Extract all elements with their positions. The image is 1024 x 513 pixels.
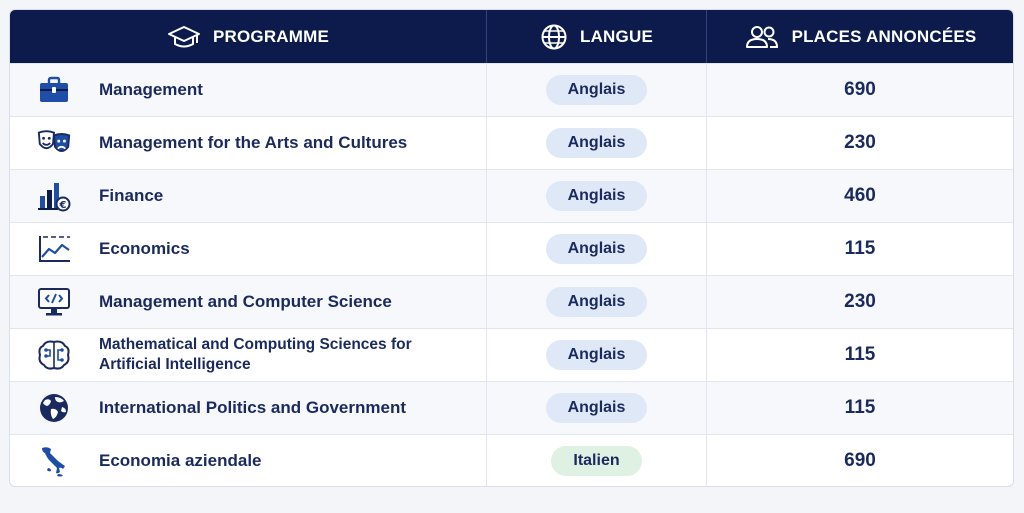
programme-cell: Management <box>10 64 487 116</box>
language-badge: Anglais <box>545 287 648 317</box>
programme-name-line-2: Artificial Intelligence <box>99 356 251 373</box>
programme-name: Management and Computer Science <box>99 292 392 311</box>
table-body: Management Anglais 690 Management for th… <box>10 63 1013 486</box>
places-cell: 690 <box>844 450 876 471</box>
programme-name: Economia aziendale <box>99 451 262 470</box>
globe-icon <box>36 390 72 426</box>
briefcase-icon <box>36 72 72 108</box>
programme-name: Management for the Arts and Cultures <box>99 133 408 152</box>
langue-cell: Anglais <box>487 223 707 275</box>
theater-masks-icon <box>36 125 72 161</box>
language-badge: Anglais <box>545 75 648 105</box>
table-header: PROGRAMME LANGUE PLACES ANNONCÉES <box>10 10 1013 63</box>
table-row: Economics Anglais 115 <box>10 222 1013 275</box>
programme-name: Mathematical and Computing Sciences for … <box>99 335 412 375</box>
table-row: Management Anglais 690 <box>10 63 1013 116</box>
table-row: € Finance Anglais 460 <box>10 169 1013 222</box>
programme-cell: Management for the Arts and Cultures <box>10 117 487 169</box>
programme-name: International Politics and Government <box>99 398 406 417</box>
language-badge: Italien <box>551 446 642 476</box>
programme-cell: International Politics and Government <box>10 382 487 434</box>
globe-outline-icon <box>541 24 567 49</box>
programme-name: Economics <box>99 239 190 258</box>
programmes-table: PROGRAMME LANGUE PLACES ANNONCÉES Manage… <box>9 9 1014 487</box>
places-cell: 115 <box>844 238 876 259</box>
langue-cell: Italien <box>487 435 707 486</box>
language-badge: Anglais <box>545 234 648 264</box>
language-badge: Anglais <box>545 393 648 423</box>
places-cell: 460 <box>844 185 876 206</box>
programme-cell: Economics <box>10 223 487 275</box>
header-langue-label: LANGUE <box>580 26 653 46</box>
header-langue: LANGUE <box>487 10 707 63</box>
langue-cell: Anglais <box>487 170 707 222</box>
header-programme-label: PROGRAMME <box>212 26 330 46</box>
langue-cell: Anglais <box>487 329 707 381</box>
language-badge: Anglais <box>545 128 648 158</box>
users-icon <box>745 25 778 48</box>
table-row: Management for the Arts and Cultures Ang… <box>10 116 1013 169</box>
places-cell: 230 <box>844 291 876 312</box>
programme-cell: € Finance <box>10 170 487 222</box>
programme-name-line-1: Mathematical and Computing Sciences for <box>99 336 412 353</box>
header-places: PLACES ANNONCÉES <box>707 10 1013 63</box>
brain-circuit-icon <box>36 337 72 373</box>
table-row: Management and Computer Science Anglais … <box>10 275 1013 328</box>
langue-cell: Anglais <box>487 382 707 434</box>
code-monitor-icon <box>36 284 72 320</box>
language-badge: Anglais <box>545 181 648 211</box>
programme-name: Management <box>99 80 203 99</box>
table-row: International Politics and Government An… <box>10 381 1013 434</box>
places-cell: 115 <box>844 344 876 365</box>
finance-chart-euro-icon: € <box>36 178 72 214</box>
programme-cell: Mathematical and Computing Sciences for … <box>10 329 487 381</box>
places-cell: 230 <box>844 132 876 153</box>
svg-text:€: € <box>59 200 67 211</box>
programme-cell: Economia aziendale <box>10 435 487 486</box>
langue-cell: Anglais <box>487 64 707 116</box>
italy-map-icon <box>36 443 72 479</box>
table-row: Mathematical and Computing Sciences for … <box>10 328 1013 381</box>
langue-cell: Anglais <box>487 117 707 169</box>
places-cell: 115 <box>844 397 876 418</box>
language-badge: Anglais <box>545 340 648 370</box>
places-cell: 690 <box>844 79 876 100</box>
line-chart-icon <box>36 231 72 267</box>
header-places-label: PLACES ANNONCÉES <box>791 26 977 46</box>
graduation-cap-icon <box>167 25 200 47</box>
programme-name: Finance <box>99 186 164 205</box>
table-row: Economia aziendale Italien 690 <box>10 434 1013 486</box>
langue-cell: Anglais <box>487 276 707 328</box>
header-programme: PROGRAMME <box>10 10 487 63</box>
programme-cell: Management and Computer Science <box>10 276 487 328</box>
